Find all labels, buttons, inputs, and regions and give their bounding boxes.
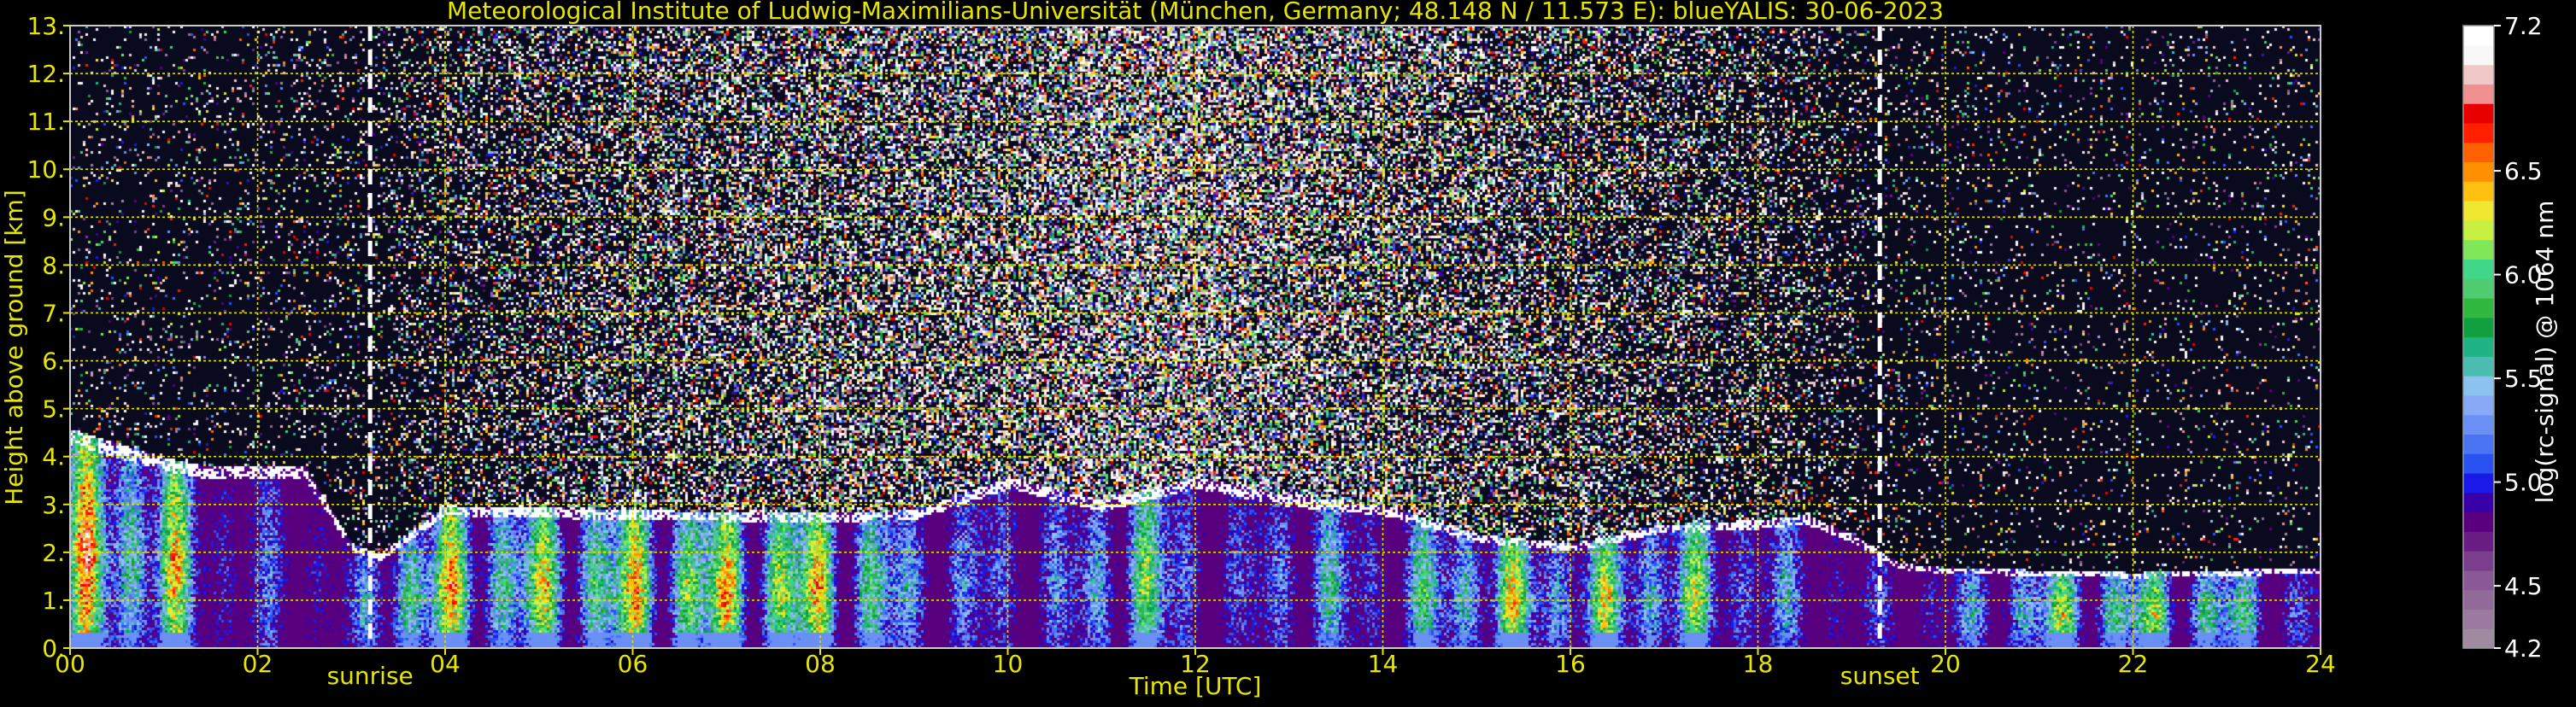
y-tick-label-9: 9.: [42, 203, 65, 231]
colorbar-swatch-11: [2463, 414, 2494, 435]
colorbar-swatch-16: [2463, 317, 2494, 338]
colorbar-swatch-7: [2463, 492, 2494, 513]
colorbar-swatch-12: [2463, 394, 2494, 416]
y-tick-label-4: 4.: [42, 443, 65, 471]
x-tick-label-4: 08: [805, 650, 836, 678]
x-tick-label-11: 22: [2118, 650, 2149, 678]
colorbar-swatch-20: [2463, 239, 2494, 260]
colorbar-swatch-19: [2463, 259, 2494, 279]
colorbar-swatch-6: [2463, 511, 2494, 532]
colorbar-swatch-4: [2463, 551, 2494, 571]
colorbar-swatch-13: [2463, 376, 2494, 396]
y-tick-label-3: 3.: [42, 491, 65, 519]
y-tick-label-10: 10.: [26, 155, 65, 184]
x-tick-label-3: 06: [618, 650, 648, 678]
chart-svg: sunrise sunset 00 02 04 06 08 10 12 14 16 18 20 22 24…: [0, 0, 2576, 704]
y-tick-label-13: 13.: [26, 12, 65, 40]
x-tick-label-1: 02: [243, 650, 273, 678]
event-label-sunset: sunset: [1840, 662, 1920, 690]
colorbar-swatch-21: [2463, 219, 2494, 241]
lidar-chart: sunrise sunset 00 02 04 06 08 10 12 14 16 18 20 22 24…: [0, 0, 2576, 704]
colorbar-swatch-8: [2463, 472, 2494, 494]
y-axis-label: Height above ground [km]: [0, 190, 28, 505]
colorbar-swatch-5: [2463, 531, 2494, 552]
colorbar-tick-label-6: 7.2: [2504, 12, 2543, 40]
colorbar-swatch-17: [2463, 297, 2494, 318]
y-tick-label-5: 5.: [42, 395, 65, 424]
colorbar-swatch-3: [2463, 570, 2494, 591]
x-tick-label-5: 10: [993, 650, 1024, 678]
colorbar-swatch-2: [2463, 589, 2494, 611]
colorbar-swatch-9: [2463, 453, 2494, 474]
colorbar-swatch-26: [2463, 122, 2494, 143]
colorbar-swatch-0: [2463, 628, 2494, 649]
x-tick-label-12: 24: [2305, 650, 2336, 678]
x-tick-label-2: 04: [430, 650, 461, 678]
x-axis-label: Time [UTC]: [1129, 672, 1262, 700]
colorbar-swatch-15: [2463, 336, 2494, 357]
colorbar-swatch-30: [2463, 44, 2494, 66]
x-tick-label-10: 20: [1930, 650, 1961, 678]
y-tick-label-8: 8.: [42, 251, 65, 279]
y-tick-label-12: 12.: [26, 60, 65, 88]
colorbar-tick-label-1: 4.5: [2504, 572, 2543, 600]
x-tick-label-8: 16: [1555, 650, 1586, 678]
x-tick-label-9: 18: [1743, 650, 1774, 678]
colorbar-swatch-24: [2463, 161, 2494, 182]
y-tick-label-0: 0.: [42, 634, 65, 663]
colorbar-swatch-22: [2463, 201, 2494, 221]
colorbar-swatch-10: [2463, 434, 2494, 454]
colorbar-swatch-14: [2463, 356, 2494, 377]
colorbar-swatch-28: [2463, 84, 2494, 104]
y-tick-label-11: 11.: [26, 108, 65, 136]
colorbar-swatch-18: [2463, 278, 2494, 299]
colorbar-tick-label-0: 4.2: [2504, 634, 2543, 663]
colorbar-swatch-27: [2463, 103, 2494, 124]
x-tick-label-7: 14: [1368, 650, 1399, 678]
colorbar-tick-label-5: 6.5: [2504, 157, 2543, 185]
y-tick-label-2: 2.: [42, 539, 65, 567]
y-tick-label-1: 1.: [42, 587, 65, 615]
chart-title: Meteorological Institute of Ludwig-Maxim…: [447, 0, 1944, 25]
colorbar-swatch-29: [2463, 64, 2494, 85]
event-label-sunrise: sunrise: [327, 662, 414, 690]
colorbar-swatch-31: [2463, 26, 2494, 46]
colorbar-swatch-25: [2463, 142, 2494, 163]
y-tick-label-6: 6.: [42, 348, 65, 376]
colorbar-label: log(rc-signal) @ 1064 nm: [2531, 201, 2559, 504]
colorbar-swatch-1: [2463, 609, 2494, 629]
colorbar-swatch-23: [2463, 181, 2494, 202]
y-tick-label-7: 7.: [42, 299, 65, 327]
